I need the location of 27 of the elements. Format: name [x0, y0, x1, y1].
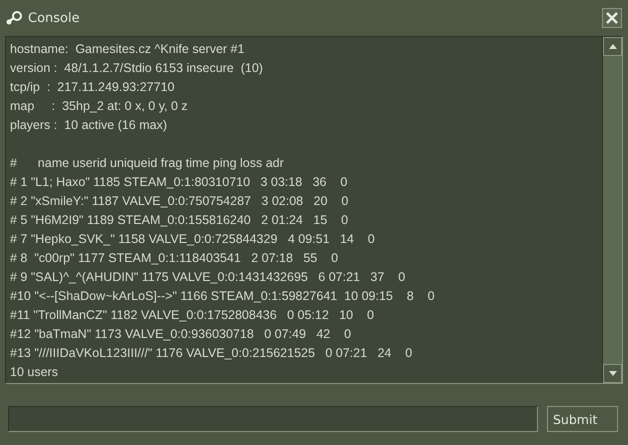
- console-line: # 7 "Hepko_SVK_" 1158 VALVE_0:0:725844329 4 09:51 14 0: [10, 231, 376, 248]
- console-line: version : 48/1.1.2.7/Stdio 6153 insecure (10): [10, 60, 264, 77]
- console-line: #11 "TrollManCZ" 1182 VALVE_0:0:1752808436 0 05:12 10 0: [10, 307, 375, 324]
- close-icon: [605, 11, 619, 25]
- submit-button[interactable]: Submit: [547, 406, 618, 432]
- console-line: #12 "baTmaN" 1173 VALVE_0:0:936030718 0 07:49 42 0: [10, 326, 352, 343]
- up-arrow-icon: [608, 44, 616, 49]
- console-line: #13 "///IIIDaVKoL123III///" 1176 VALVE_0:0:215621525 0 07:21 24 0: [10, 345, 414, 362]
- console-line: map : 35hp_2 at: 0 x, 0 y, 0 z: [10, 98, 189, 115]
- scrollbar[interactable]: [602, 37, 622, 383]
- console-line: # 9 "SAL)^_^(AHUDIN" 1175 VALVE_0:0:1431432695 6 07:21 37 0: [10, 269, 406, 286]
- console-line: # 5 "H6M2I9" 1189 STEAM_0:0:155816240 2 01:24 15 0: [10, 212, 350, 229]
- scroll-up-button[interactable]: [603, 37, 622, 56]
- console-line: # 8 "c00rp" 1177 STEAM_0:1:118403541 2 07:18 55 0: [10, 250, 340, 267]
- console-line: # 1 "L1; Haxo" 1185 STEAM_0:1:80310710 3 03:18 36 0: [10, 174, 348, 191]
- console-line: 10 users: [10, 364, 59, 381]
- console-line: # 2 "xSmileY:" 1187 VALVE_0:0:750754287 3 02:08 20 0: [10, 193, 350, 210]
- console-line: # name userid uniqueid frag time ping loss adr: [10, 155, 285, 172]
- command-input[interactable]: [8, 406, 538, 432]
- console-line: players : 10 active (16 max): [10, 117, 168, 134]
- console-line: hostname: Gamesites.cz ^Knife server #1: [10, 41, 246, 58]
- scroll-down-button[interactable]: [603, 364, 622, 383]
- console-line: tcp/ip : 217.11.249.93:27710: [10, 79, 176, 96]
- close-button[interactable]: [602, 8, 622, 28]
- console-line: #10 "<--[ShaDow~kArLoS]-->" 1166 STEAM_0:1:59827641 10 09:15 8 0: [10, 288, 436, 305]
- window-title: Console: [28, 10, 81, 26]
- down-arrow-icon: [608, 371, 616, 376]
